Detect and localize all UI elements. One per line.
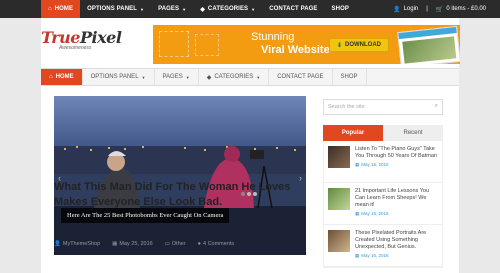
- topnav-categories[interactable]: ◆ CATEGORIES ▼: [193, 0, 262, 18]
- calendar-icon: ▦: [112, 241, 118, 247]
- list-item[interactable]: These Pixelated Portraits Are Created Us…: [324, 225, 442, 267]
- post-category[interactable]: Other: [172, 241, 186, 247]
- chevron-down-icon: ▼: [256, 74, 261, 80]
- cart-icon: 🛒: [435, 6, 444, 13]
- featured-slider[interactable]: ‹ › Here Are The 25 Best Photobombs Ever…: [54, 96, 306, 255]
- sidebar-tabs: Popular Recent: [323, 125, 443, 141]
- mainnav-contact-page-label: CONTACT PAGE: [277, 74, 324, 80]
- home-icon: ⌂: [48, 6, 52, 12]
- topnav-pages[interactable]: PAGES ▼: [151, 0, 193, 18]
- home-icon: ⌂: [49, 74, 53, 80]
- monitor-icon: [159, 31, 189, 57]
- calendar-icon: ▦: [355, 253, 360, 258]
- topnav-home[interactable]: ⌂ HOME: [41, 0, 81, 18]
- login-link[interactable]: Login: [404, 6, 419, 12]
- post-title[interactable]: What This Man Did For The Woman He Loves…: [54, 180, 306, 210]
- list-item[interactable]: Listen To "The Piano Guys" Take You Thro…: [324, 141, 442, 183]
- site-logo[interactable]: TruePixel Awesomeness: [41, 30, 122, 52]
- ad-banner[interactable]: Stunning Viral Website ⬇ DOWNLOAD: [153, 25, 460, 64]
- chevron-down-icon: ▼: [251, 6, 256, 12]
- list-item-date: May 16, 2016: [361, 162, 389, 167]
- laptop-icon: [195, 34, 219, 56]
- search-input[interactable]: Search the site ⌕: [323, 99, 443, 115]
- banner-line1: Stunning: [251, 31, 295, 43]
- site-header: TruePixel Awesomeness Stunning Viral Web…: [41, 18, 460, 68]
- chevron-down-icon: ▼: [141, 74, 146, 80]
- post-thumbnail[interactable]: [328, 188, 350, 210]
- search-placeholder: Search the site: [328, 104, 365, 110]
- post-thumbnail[interactable]: [328, 146, 350, 168]
- main-navbar: ⌂ HOME OPTIONS PANEL ▼ PAGES ▼ ◆ CATEGOR…: [41, 68, 459, 86]
- mainnav-home[interactable]: ⌂ HOME: [41, 69, 83, 85]
- download-icon: ⬇: [336, 42, 343, 49]
- slide-caption[interactable]: Here Are The 25 Best Photobombs Ever Cau…: [61, 208, 230, 223]
- chevron-down-icon: ▼: [182, 6, 187, 12]
- post-comments[interactable]: 4 Comments: [203, 241, 234, 247]
- list-item-date: May 16, 2016: [361, 211, 389, 216]
- mainnav-home-label: HOME: [55, 74, 74, 80]
- mainnav-shop-label: SHOP: [340, 74, 358, 80]
- mainnav-categories-label: CATEGORIES: [214, 74, 254, 80]
- topnav-contact-page-label: CONTACT PAGE: [269, 6, 318, 12]
- divider: |: [426, 6, 428, 12]
- topnav-shop-label: SHOP: [331, 6, 349, 12]
- user-icon: 👤: [393, 6, 401, 13]
- mainnav-options-panel-label: OPTIONS PANEL: [90, 74, 139, 80]
- tag-icon: ◆: [206, 74, 212, 81]
- banner-line2: Viral Website: [261, 44, 330, 56]
- calendar-icon: ▦: [355, 162, 360, 167]
- topnav-home-label: HOME: [54, 6, 74, 12]
- tab-popular[interactable]: Popular: [323, 125, 383, 141]
- list-item-title[interactable]: 21 Important Life Lessons You Can Learn …: [355, 188, 438, 209]
- user-icon: 👤: [54, 241, 61, 247]
- banner-screenshot: [397, 25, 460, 64]
- mainnav-contact-page[interactable]: CONTACT PAGE: [269, 69, 333, 85]
- topnav-options-panel-label: OPTIONS PANEL: [87, 6, 138, 12]
- download-button[interactable]: ⬇ DOWNLOAD: [329, 38, 389, 52]
- post-date: May 25, 2016: [119, 241, 153, 247]
- popular-post-list: Listen To "The Piano Guys" Take You Thro…: [323, 141, 443, 268]
- mainnav-options-panel[interactable]: OPTIONS PANEL ▼: [83, 69, 155, 85]
- topnav-contact-page[interactable]: CONTACT PAGE: [262, 0, 324, 18]
- post-thumbnail[interactable]: [328, 230, 350, 252]
- list-item-title[interactable]: Listen To "The Piano Guys" Take You Thro…: [355, 146, 438, 160]
- account-area: 👤 Login | 🛒 0 items - £0.00: [393, 0, 486, 18]
- mainnav-categories[interactable]: ◆ CATEGORIES ▼: [199, 69, 270, 85]
- chevron-down-icon: ▼: [185, 74, 190, 80]
- chevron-down-icon: ▼: [140, 6, 145, 12]
- topnav-shop[interactable]: SHOP: [325, 0, 356, 18]
- mainnav-shop[interactable]: SHOP: [333, 69, 367, 85]
- topnav-pages-label: PAGES: [158, 6, 180, 12]
- list-item-date: May 16, 2016: [361, 253, 389, 258]
- download-label: DOWNLOAD: [345, 42, 382, 48]
- tag-icon: ◆: [200, 6, 205, 13]
- cart-link[interactable]: 0 items - £0.00: [446, 6, 486, 12]
- folder-icon: ▭: [164, 241, 170, 247]
- topnav-options-panel[interactable]: OPTIONS PANEL ▼: [80, 0, 151, 18]
- list-item[interactable]: 21 Important Life Lessons You Can Learn …: [324, 183, 442, 225]
- topnav-categories-label: CATEGORIES: [207, 6, 249, 12]
- post-meta: 👤 MyThemeShop ▦ May 25, 2016 ▭ Other ● 4 Com…: [54, 241, 246, 247]
- list-item-title[interactable]: These Pixelated Portraits Are Created Us…: [355, 230, 438, 251]
- calendar-icon: ▦: [355, 211, 360, 216]
- tab-recent[interactable]: Recent: [383, 125, 443, 141]
- search-icon[interactable]: ⌕: [435, 103, 438, 110]
- mainnav-pages[interactable]: PAGES ▼: [155, 69, 199, 85]
- post-author[interactable]: MyThemeShop: [63, 241, 100, 247]
- slide-image: [54, 96, 306, 255]
- comment-icon: ●: [197, 241, 201, 247]
- mainnav-pages-label: PAGES: [162, 74, 183, 80]
